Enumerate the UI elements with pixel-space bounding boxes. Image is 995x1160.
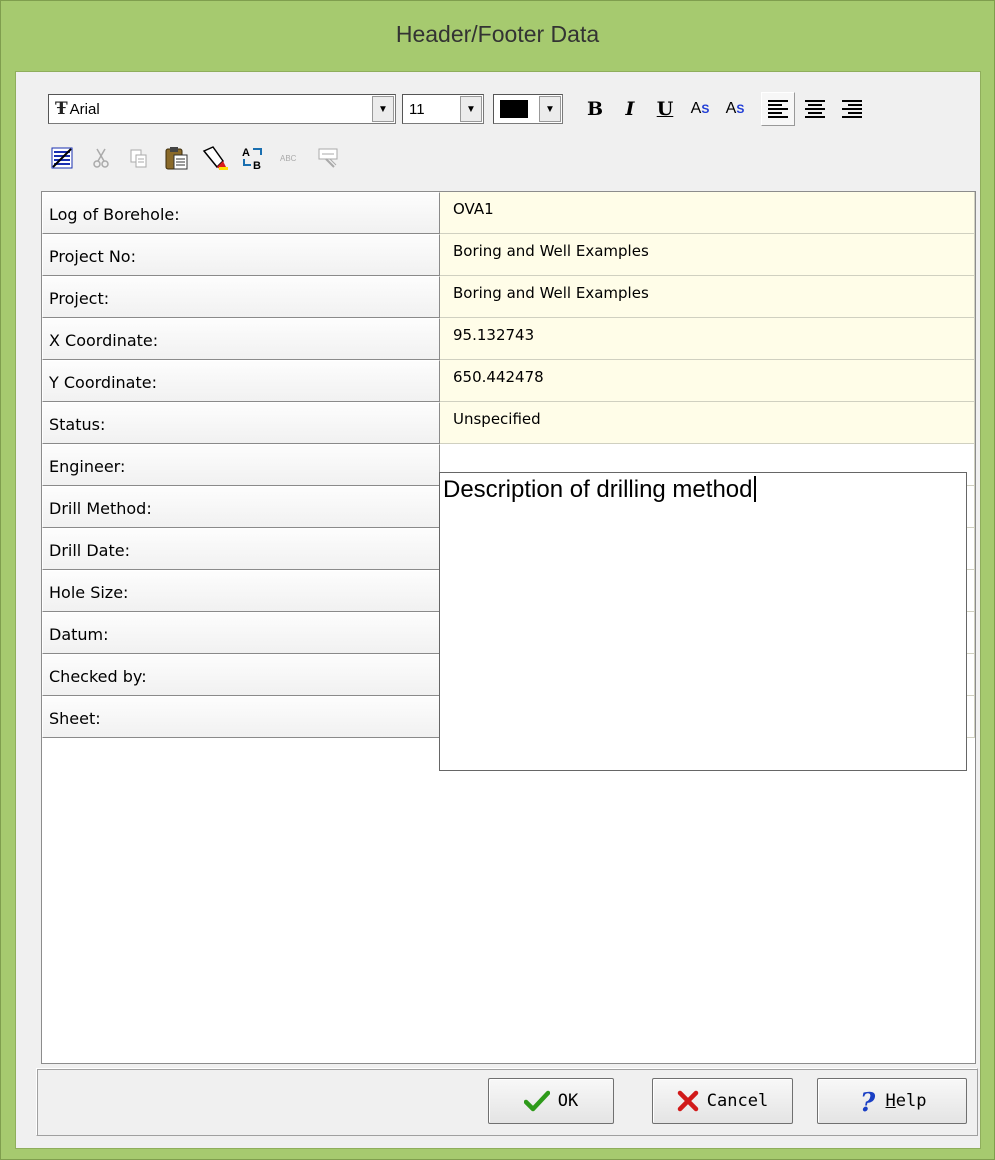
editor-text-line[interactable]: Description of drilling method [443,476,757,504]
ok-button-label: OK [557,1091,579,1111]
grid-row-label: Drill Method: [42,486,440,528]
font-size-value: 11 [409,100,425,118]
align-left-icon [768,100,788,118]
formatting-toolbar: Ŧ Arial ▼ 11 ▼ ▼ B I U AS A S A B ABC [44,85,976,189]
grid-row-label: Drill Date: [42,528,440,570]
grid-row-value[interactable]: 95.132743 [440,318,975,360]
grid-row-label: X Coordinate: [42,318,440,360]
subscript-button[interactable]: AS [719,94,751,124]
help-button[interactable]: ? Help [817,1078,967,1124]
grid-row-project: Project: Boring and Well Examples [42,276,975,318]
grid-row-value[interactable]: Boring and Well Examples [440,234,975,276]
font-name-combo[interactable]: Ŧ Arial ▼ [48,94,396,124]
grid-row-label: Y Coordinate: [42,360,440,402]
spellcheck-icon[interactable]: ABC [276,143,306,173]
align-right-button[interactable] [835,92,869,126]
cancel-button-label: Cancel [706,1091,769,1111]
help-label-rest: elp [895,1091,927,1111]
grid-row-value[interactable]: OVA1 [440,192,975,234]
dialog-client-area: Ŧ Arial ▼ 11 ▼ ▼ B I U AS A S A B ABC Lo… [15,71,981,1149]
font-color-dropdown-arrow[interactable]: ▼ [539,96,561,122]
ok-button[interactable]: OK [488,1078,614,1124]
subscript-base: A [725,100,737,117]
grid-row-y-coordinate: Y Coordinate: 650.442478 [42,360,975,402]
align-left-button[interactable] [761,92,795,126]
dialog-window: Header/Footer Data Ŧ Arial ▼ 11 ▼ ▼ B I … [0,0,995,1160]
cancel-button[interactable]: Cancel [652,1078,793,1124]
paste-icon[interactable] [162,143,192,173]
drill-method-editor[interactable]: Description of drilling method [439,472,967,771]
title-bar[interactable]: Header/Footer Data [1,1,994,73]
grid-row-value[interactable]: Unspecified [440,402,975,444]
dialog-button-bar: OK Cancel ? Help [36,1068,978,1136]
question-mark-icon: ? [860,1088,876,1115]
grid-row-label: Datum: [42,612,440,654]
grid-row-label: Project: [42,276,440,318]
font-size-dropdown-arrow[interactable]: ▼ [460,96,482,122]
help-accelerator: H [885,1091,896,1111]
grid-row-label: Checked by: [42,654,440,696]
help-button-label: Help [886,1091,927,1111]
grid-row-label: Sheet: [42,696,440,738]
superscript-mark: S [701,102,710,116]
copy-icon[interactable] [124,143,154,173]
subscript-mark: S [736,102,745,116]
svg-text:?: ? [860,1088,876,1115]
grid-row-status: Status: Unspecified [42,402,975,444]
find-replace-icon[interactable]: A B [238,143,268,173]
underline-button[interactable]: U [649,94,681,124]
font-color-combo[interactable]: ▼ [493,94,563,124]
svg-text:ABC: ABC [280,154,297,163]
close-icon [677,1090,699,1112]
superscript-base: A [690,100,702,117]
grid-row-value[interactable]: Boring and Well Examples [440,276,975,318]
svg-text:B: B [253,160,261,171]
grid-row-label: Status: [42,402,440,444]
truetype-font-icon: Ŧ [55,99,68,119]
insert-field-icon[interactable] [314,143,344,173]
italic-button[interactable]: I [614,94,646,124]
superscript-button[interactable]: AS [684,94,716,124]
grid-row-label: Hole Size: [42,570,440,612]
svg-text:A: A [242,147,250,159]
toolbar-row-format: Ŧ Arial ▼ 11 ▼ ▼ B I U AS A S [48,91,869,127]
bold-button[interactable]: B [579,94,611,124]
font-size-combo[interactable]: 11 ▼ [402,94,484,124]
cut-icon[interactable] [86,143,116,173]
format-paragraph-icon[interactable] [48,143,78,173]
grid-row-x-coordinate: X Coordinate: 95.132743 [42,318,975,360]
text-caret [754,476,757,502]
toolbar-row-edit: A B ABC [48,143,352,173]
font-color-swatch [500,100,528,118]
highlight-icon[interactable] [200,143,230,173]
align-center-icon [805,100,825,118]
grid-row-label: Log of Borehole: [42,192,440,234]
font-name-dropdown-arrow[interactable]: ▼ [372,96,394,122]
grid-row-label: Project No: [42,234,440,276]
grid-row-label: Engineer: [42,444,440,486]
editor-text: Description of drilling method [443,476,753,503]
grid-row-project-no: Project No: Boring and Well Examples [42,234,975,276]
font-name-value: Arial [69,100,100,118]
align-right-icon [842,100,862,118]
grid-row-log-of-borehole: Log of Borehole: OVA1 [42,192,975,234]
check-icon [523,1090,550,1112]
window-title: Header/Footer Data [395,20,600,47]
align-center-button[interactable] [798,92,832,126]
grid-row-value[interactable]: 650.442478 [440,360,975,402]
